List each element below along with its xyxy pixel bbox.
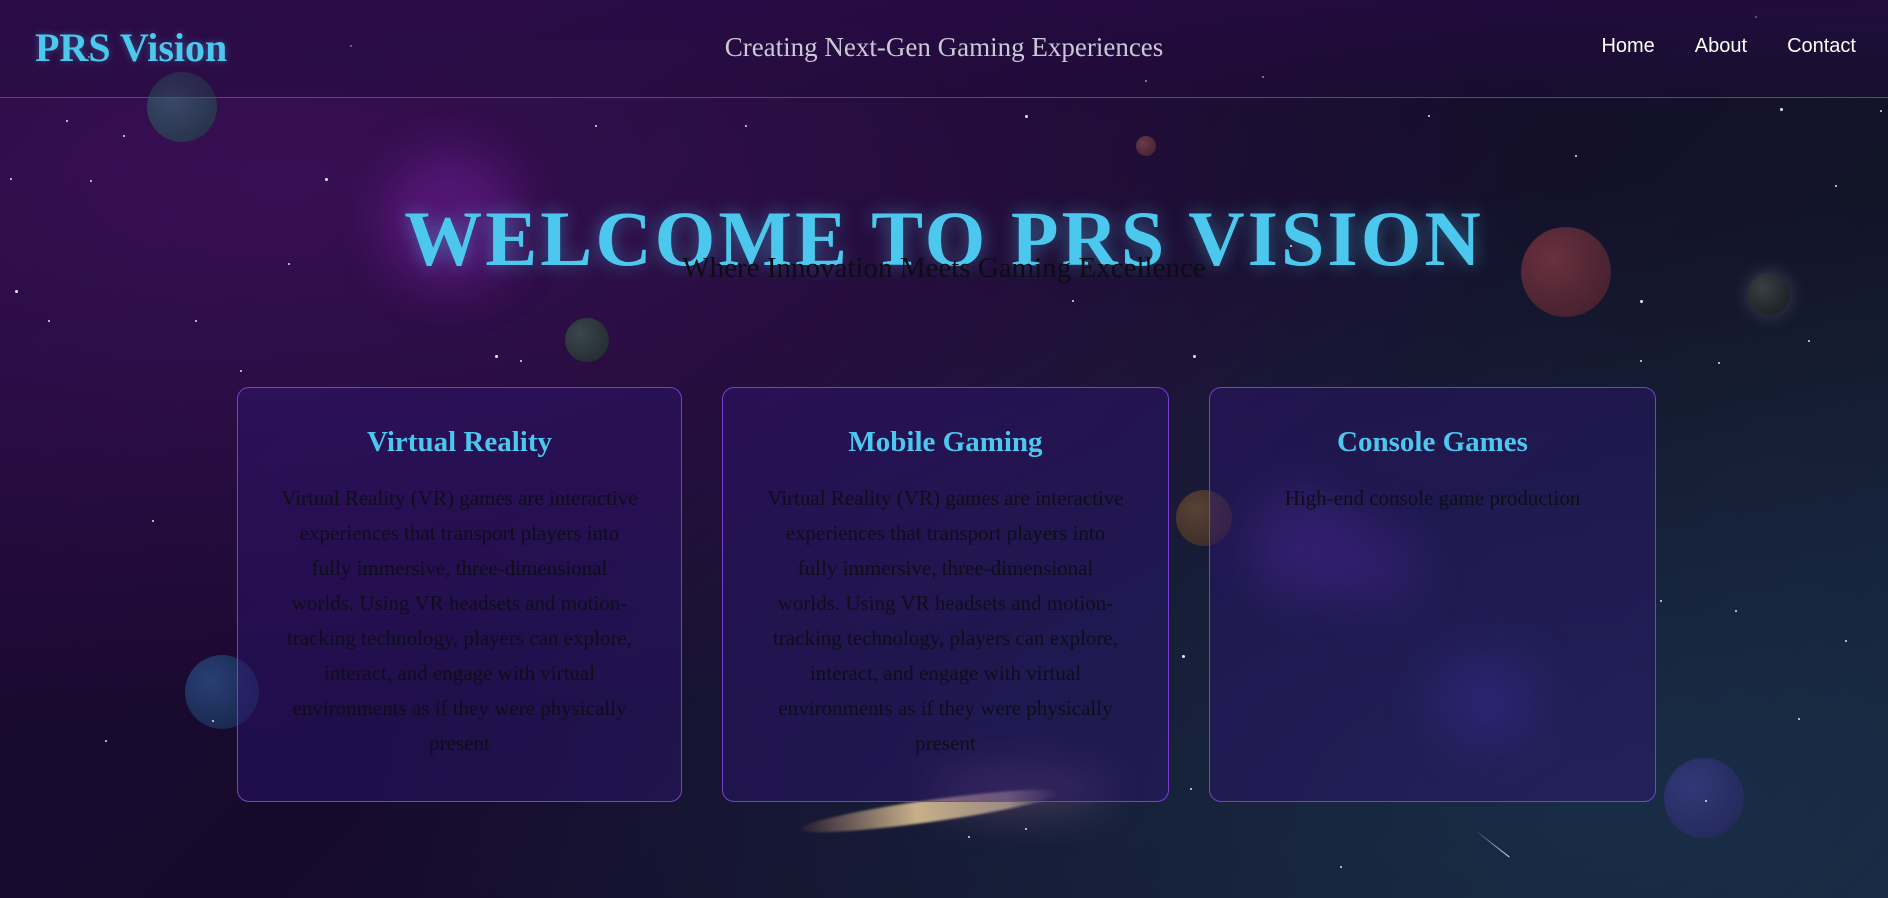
- star: [90, 180, 92, 182]
- star: [1808, 340, 1810, 342]
- star: [66, 120, 68, 122]
- nav-link-contact[interactable]: Contact: [1787, 35, 1856, 58]
- star: [595, 125, 597, 127]
- card-description: High-end console game production: [1284, 486, 1581, 510]
- star: [1640, 360, 1642, 362]
- star: [1718, 362, 1720, 364]
- star: [495, 355, 498, 358]
- star: [1735, 610, 1737, 612]
- star: [10, 178, 12, 180]
- star: [1835, 185, 1837, 187]
- star: [195, 320, 197, 322]
- star: [123, 135, 125, 137]
- star: [1025, 828, 1027, 830]
- star: [1880, 110, 1882, 112]
- star: [1845, 640, 1847, 642]
- star: [745, 125, 747, 127]
- star: [152, 520, 154, 522]
- star: [325, 178, 328, 181]
- main-nav: Home About Contact: [1601, 35, 1856, 58]
- star: [1798, 718, 1800, 720]
- star: [240, 370, 242, 372]
- planet: [1664, 758, 1744, 838]
- star: [1575, 155, 1577, 157]
- hero-subtitle: Where Innovation Meets Gaming Excellence: [682, 252, 1206, 284]
- card-description: Virtual Reality (VR) games are interacti…: [767, 486, 1124, 755]
- card-title: Virtual Reality: [367, 426, 552, 458]
- star: [1705, 800, 1707, 802]
- nav-link-about[interactable]: About: [1695, 35, 1747, 58]
- star: [15, 290, 18, 293]
- star: [1193, 355, 1196, 358]
- star: [1072, 300, 1074, 302]
- star: [520, 360, 522, 362]
- feature-card-mobile-gaming: Mobile Gaming Virtual Reality (VR) games…: [722, 387, 1169, 802]
- star: [1428, 115, 1430, 117]
- star: [1340, 866, 1342, 868]
- shooting-star: [1474, 829, 1510, 858]
- star: [1780, 108, 1783, 111]
- star: [48, 320, 50, 322]
- feature-card-virtual-reality: Virtual Reality Virtual Reality (VR) gam…: [237, 387, 682, 802]
- star: [1182, 655, 1185, 658]
- planet: [565, 318, 609, 362]
- card-title: Mobile Gaming: [848, 426, 1043, 458]
- card-title: Console Games: [1337, 426, 1528, 458]
- star: [1025, 115, 1028, 118]
- star: [105, 740, 107, 742]
- star: [1640, 300, 1643, 303]
- planet: [1136, 136, 1156, 156]
- site-header: PRS Vision Creating Next-Gen Gaming Expe…: [0, 0, 1888, 98]
- card-description: Virtual Reality (VR) games are interacti…: [281, 486, 638, 755]
- star: [1190, 788, 1192, 790]
- feature-card-console-games: Console Games High-end console game prod…: [1209, 387, 1656, 802]
- nav-link-home[interactable]: Home: [1601, 35, 1654, 58]
- star: [968, 836, 970, 838]
- star: [1660, 600, 1662, 602]
- star: [212, 720, 214, 722]
